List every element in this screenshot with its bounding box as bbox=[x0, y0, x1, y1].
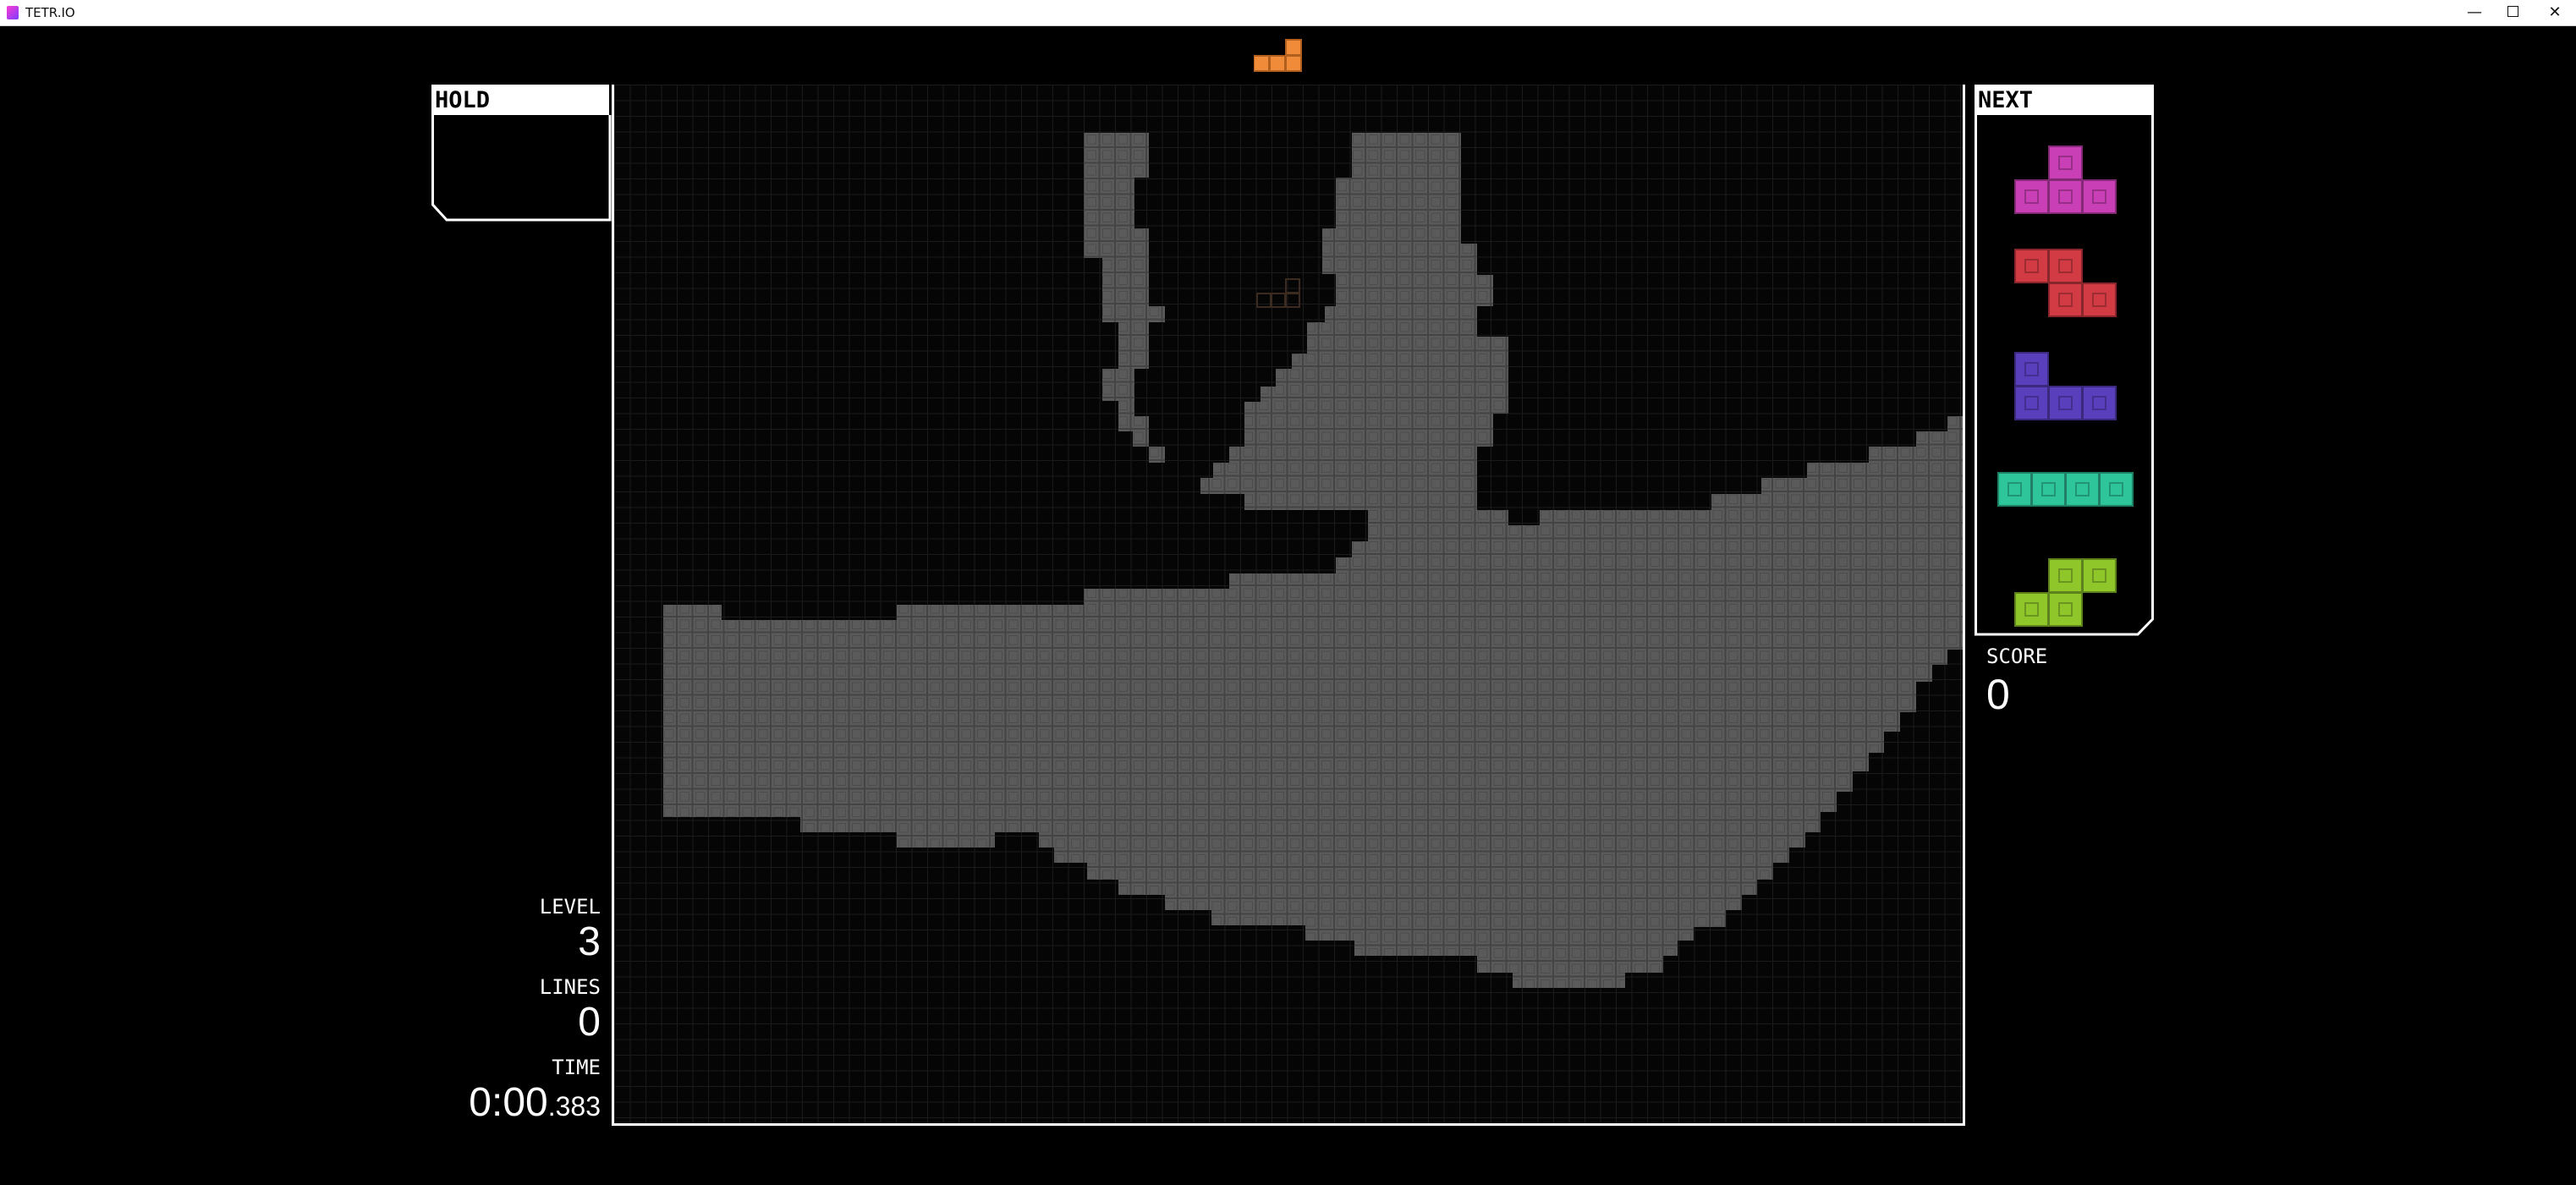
app-icon bbox=[7, 6, 19, 19]
window-titlebar: TETR.IO — ✕ bbox=[0, 0, 2576, 26]
ghost-piece bbox=[1256, 278, 1300, 308]
active-piece bbox=[1254, 39, 1302, 72]
next-piece-i bbox=[1997, 472, 2134, 507]
time-label: TIME bbox=[552, 1056, 601, 1079]
lines-value: 0 bbox=[578, 1000, 601, 1045]
hold-label: HOLD bbox=[431, 85, 609, 115]
level-value: 3 bbox=[578, 919, 601, 964]
next-queue bbox=[1997, 145, 2134, 627]
garbage-left-arm bbox=[1084, 133, 1165, 463]
board-stack bbox=[663, 133, 1963, 988]
next-piece-j bbox=[2014, 352, 2117, 420]
next-panel: NEXT bbox=[1975, 85, 2154, 636]
time-ms: .383 bbox=[547, 1091, 601, 1122]
window-title: TETR.IO bbox=[25, 5, 75, 20]
game-board bbox=[612, 85, 1965, 1126]
level-label: LEVEL bbox=[539, 895, 601, 919]
next-piece-t bbox=[2014, 145, 2117, 214]
lines-label: LINES bbox=[539, 975, 601, 999]
hold-panel: HOLD bbox=[431, 85, 612, 222]
score-value: 0 bbox=[1986, 671, 2010, 718]
time-main: 0:00 bbox=[469, 1080, 548, 1125]
close-button[interactable]: ✕ bbox=[2529, 0, 2576, 25]
next-piece-z bbox=[2014, 249, 2117, 317]
score-label: SCORE bbox=[1986, 645, 2048, 668]
time-value: 0:00.383 bbox=[389, 1079, 601, 1126]
next-piece-s bbox=[2014, 558, 2117, 627]
maximize-icon bbox=[2507, 6, 2518, 17]
garbage-main-body bbox=[663, 133, 1963, 988]
